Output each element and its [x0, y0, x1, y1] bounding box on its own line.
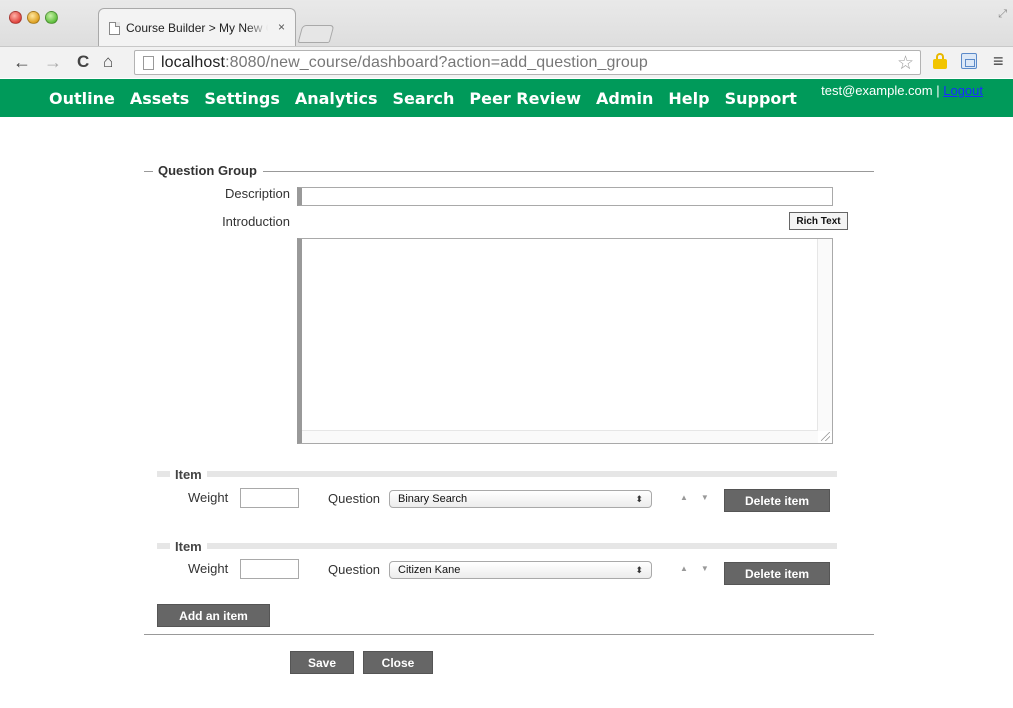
add-item-button[interactable]: Add an item [157, 604, 270, 627]
question-select-value: Binary Search [398, 493, 468, 505]
question-label: Question [328, 491, 381, 506]
separator: | [932, 83, 944, 98]
new-tab-button[interactable] [297, 25, 335, 43]
resize-grip-icon[interactable] [821, 432, 830, 441]
nav-support[interactable]: Support [725, 89, 797, 108]
question-select[interactable]: Binary Search ⬍ [389, 490, 652, 508]
move-down-icon[interactable]: ▼ [701, 564, 709, 573]
horizontal-scrollbar[interactable] [302, 430, 818, 443]
page-icon [109, 21, 120, 35]
back-arrow-icon[interactable]: ← [13, 51, 31, 73]
window-controls [9, 11, 58, 24]
rich-text-button[interactable]: Rich Text [789, 212, 848, 230]
main-navigation: Outline Assets Settings Analytics Search… [0, 79, 1013, 117]
delete-item-button[interactable]: Delete item [724, 489, 830, 512]
fullscreen-icon[interactable]: ⤢ [998, 8, 1007, 21]
select-arrows-icon: ⬍ [635, 494, 643, 504]
close-button[interactable]: Close [363, 651, 433, 674]
item-divider [157, 471, 837, 477]
nav-analytics[interactable]: Analytics [295, 89, 378, 108]
item-divider [157, 543, 837, 549]
reload-icon[interactable]: C [77, 51, 89, 73]
close-window-button[interactable] [9, 11, 22, 24]
zoom-window-button[interactable] [45, 11, 58, 24]
delete-item-button[interactable]: Delete item [724, 562, 830, 585]
forward-arrow-icon[interactable]: → [44, 51, 62, 73]
calendar-extension-icon[interactable] [961, 53, 977, 69]
user-area: test@example.com | Logout [821, 83, 983, 98]
minimize-window-button[interactable] [27, 11, 40, 24]
tab-close-icon[interactable]: × [278, 20, 285, 34]
user-email: test@example.com [821, 83, 933, 98]
weight-label: Weight [188, 490, 229, 505]
hamburger-menu-icon[interactable]: ≡ [993, 51, 1004, 72]
vertical-scrollbar[interactable] [817, 239, 832, 431]
nav-settings[interactable]: Settings [204, 89, 280, 108]
form-bottom-divider [144, 634, 874, 635]
question-label: Question [328, 562, 381, 577]
url-text: localhost:8080/new_course/dashboard?acti… [161, 53, 648, 71]
nav-peer-review[interactable]: Peer Review [469, 89, 581, 108]
move-controls: ▲ ▼ [680, 493, 709, 502]
item-legend: Item [170, 467, 207, 482]
browser-toolbar: ← → C ⌂ localhost:8080/new_course/dashbo… [0, 46, 1013, 78]
nav-help[interactable]: Help [668, 89, 709, 108]
question-select-value: Citizen Kane [398, 564, 461, 576]
move-up-icon[interactable]: ▲ [680, 493, 688, 502]
item-legend: Item [170, 539, 207, 554]
description-input[interactable] [297, 187, 833, 206]
select-arrows-icon: ⬍ [635, 565, 643, 575]
home-icon[interactable]: ⌂ [103, 51, 113, 73]
save-button[interactable]: Save [290, 651, 354, 674]
weight-input[interactable] [240, 559, 299, 579]
tab-title: Course Builder > My New Course [126, 21, 268, 35]
weight-input[interactable] [240, 488, 299, 508]
nav-admin[interactable]: Admin [596, 89, 653, 108]
browser-tab[interactable]: Course Builder > My New Course × [98, 8, 296, 46]
nav-assets[interactable]: Assets [130, 89, 189, 108]
introduction-label: Introduction [222, 214, 290, 229]
description-label: Description [224, 186, 290, 201]
star-icon[interactable]: ☆ [897, 52, 914, 75]
move-controls: ▲ ▼ [680, 564, 709, 573]
lock-extension-icon[interactable] [933, 53, 947, 69]
introduction-textarea[interactable] [297, 238, 833, 444]
question-group-legend: Question Group [153, 163, 263, 178]
move-down-icon[interactable]: ▼ [701, 493, 709, 502]
nav-outline[interactable]: Outline [49, 89, 115, 108]
browser-chrome: Course Builder > My New Course × ⤢ ← → C… [0, 0, 1013, 78]
weight-label: Weight [188, 561, 229, 576]
logout-link[interactable]: Logout [943, 83, 983, 98]
nav-search[interactable]: Search [392, 89, 454, 108]
move-up-icon[interactable]: ▲ [680, 564, 688, 573]
address-bar[interactable]: localhost:8080/new_course/dashboard?acti… [134, 50, 921, 75]
page-icon [143, 55, 154, 70]
question-select[interactable]: Citizen Kane ⬍ [389, 561, 652, 579]
